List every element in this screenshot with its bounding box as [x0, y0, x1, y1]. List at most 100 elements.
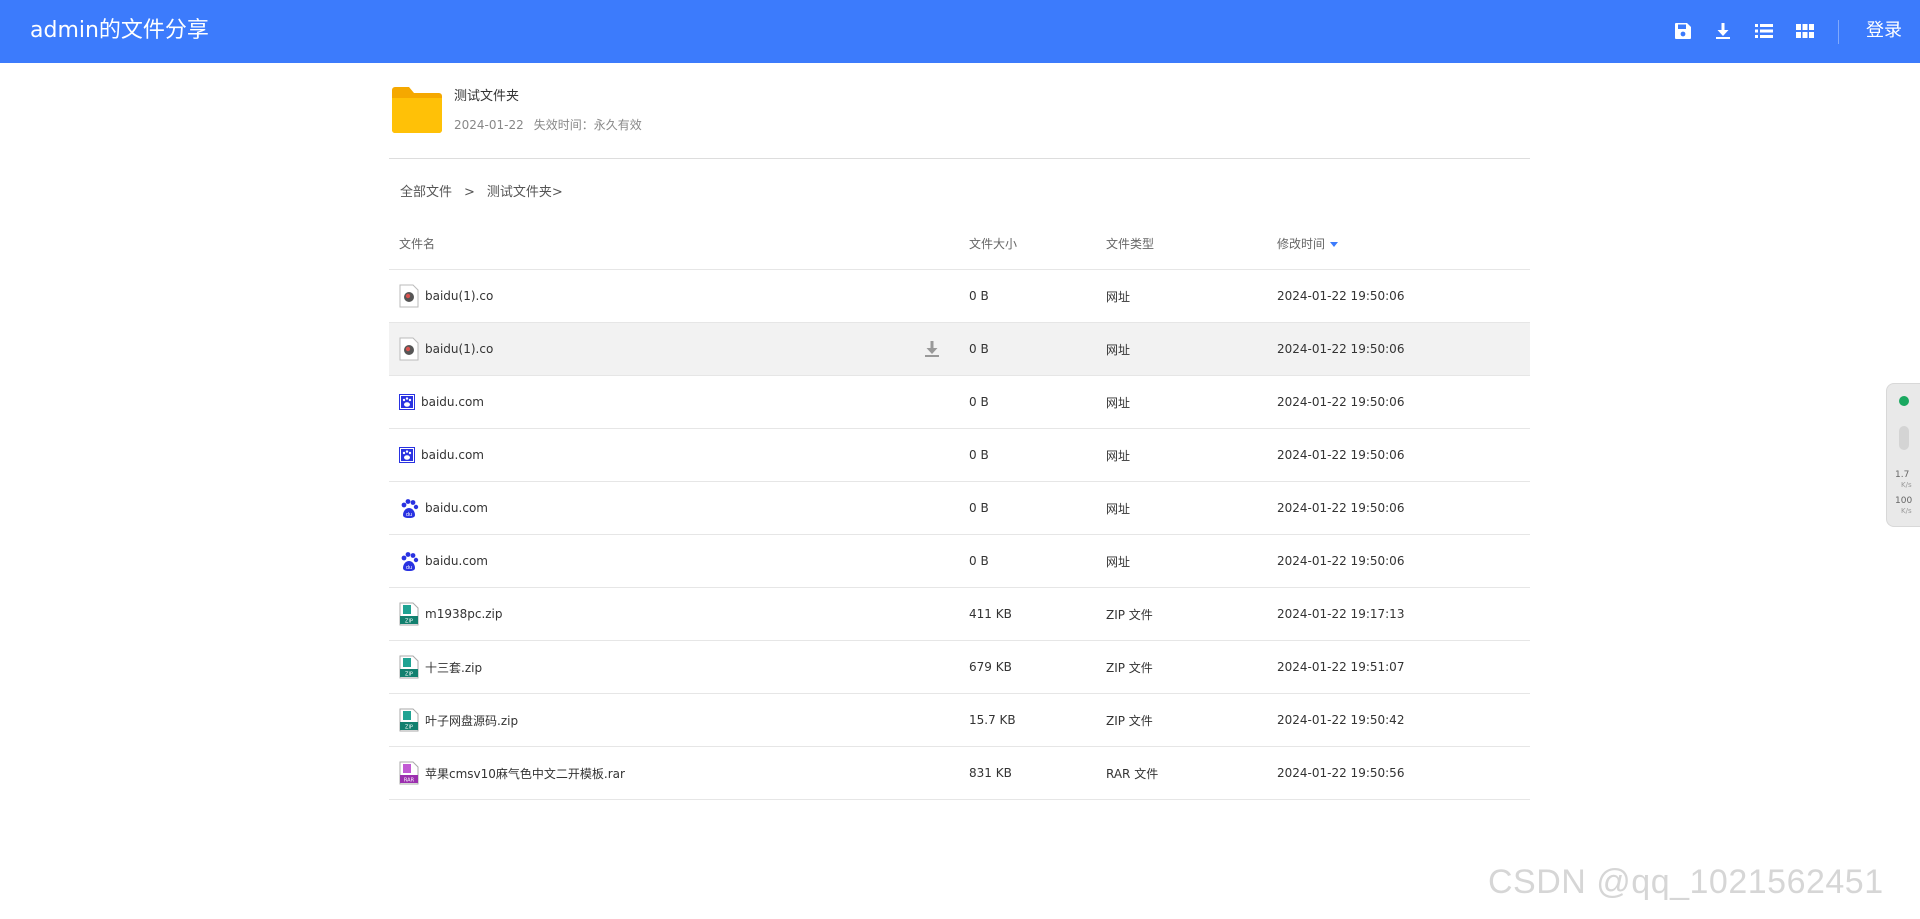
- table-row[interactable]: baidu.com 0 B 网址 2024-01-22 19:50:06: [389, 429, 1530, 482]
- expiry-value: 永久有效: [593, 118, 642, 132]
- file-modified-time: 2024-01-22 19:17:13: [1277, 607, 1405, 621]
- table-row[interactable]: du baidu.com 0 B 网址 2024-01-22 19:50:06: [389, 535, 1530, 588]
- file-size: 0 B: [969, 554, 989, 568]
- share-folder-name: 测试文件夹: [454, 89, 520, 104]
- file-size: 0 B: [969, 342, 989, 356]
- download-icon[interactable]: [1712, 20, 1734, 42]
- svg-text:ZIP: ZIP: [405, 619, 413, 625]
- zip-file-icon: ZIP: [399, 602, 425, 626]
- table-row[interactable]: baidu.com 0 B 网址 2024-01-22 19:50:06: [389, 376, 1530, 429]
- column-name-header[interactable]: 文件名: [399, 218, 435, 269]
- file-name-cell[interactable]: du baidu.com: [399, 482, 488, 534]
- file-modified-time: 2024-01-22 19:50:56: [1277, 766, 1405, 780]
- file-name-cell[interactable]: baidu(1).co: [399, 270, 493, 322]
- share-date: 2024-01-22: [454, 118, 524, 132]
- column-type-header[interactable]: 文件类型: [1106, 218, 1154, 269]
- table-row[interactable]: du baidu.com 0 B 网址 2024-01-22 19:50:06: [389, 482, 1530, 535]
- file-type: RAR 文件: [1106, 766, 1159, 781]
- file-name-cell[interactable]: RAR 苹果cmsv10麻气色中文二开模板.rar: [399, 747, 625, 799]
- save-icon[interactable]: [1672, 20, 1694, 42]
- column-time-header[interactable]: 修改时间: [1277, 218, 1339, 269]
- file-name[interactable]: m1938pc.zip: [425, 607, 503, 621]
- file-size: 0 B: [969, 448, 989, 462]
- baidu-paw-icon: du: [399, 496, 425, 520]
- file-name-cell[interactable]: du baidu.com: [399, 535, 488, 587]
- network-speed-widget[interactable]: 1.7 K/s 100 K/s: [1886, 383, 1920, 527]
- file-size: 15.7 KB: [969, 713, 1016, 727]
- grid-view-icon[interactable]: [1794, 20, 1816, 42]
- file-name[interactable]: baidu(1).co: [425, 289, 493, 303]
- table-row[interactable]: baidu(1).co 0 B 网址 2024-01-22 19:50:06: [389, 323, 1530, 376]
- file-size: 411 KB: [969, 607, 1012, 621]
- watermark: CSDN @qq_1021562451: [1488, 863, 1884, 901]
- file-name[interactable]: 苹果cmsv10麻气色中文二开模板.rar: [425, 765, 625, 782]
- toolbar-divider: [1838, 20, 1839, 44]
- file-modified-time: 2024-01-22 19:50:06: [1277, 501, 1405, 515]
- file-name-cell[interactable]: baidu.com: [399, 376, 484, 428]
- file-name[interactable]: baidu.com: [421, 395, 484, 409]
- file-name-cell[interactable]: ZIP 叶子网盘源码.zip: [399, 694, 518, 746]
- table-row[interactable]: ZIP 叶子网盘源码.zip 15.7 KB ZIP 文件 2024-01-22 19:…: [389, 694, 1530, 747]
- breadcrumb: 全部文件 > 测试文件夹>: [400, 181, 563, 200]
- file-size: 831 KB: [969, 766, 1012, 780]
- file-name[interactable]: baidu.com: [425, 554, 488, 568]
- table-header: 文件名 文件大小 文件类型 修改时间: [389, 218, 1530, 270]
- file-name[interactable]: 十三套.zip: [425, 659, 482, 676]
- file-modified-time: 2024-01-22 19:50:06: [1277, 395, 1405, 409]
- expiry-label: 失效时间：: [533, 118, 594, 132]
- file-type: 网址: [1106, 554, 1131, 569]
- breadcrumb-root[interactable]: 全部文件: [400, 185, 452, 200]
- share-meta: 2024-01-22 失效时间：永久有效: [454, 116, 652, 133]
- file-modified-time: 2024-01-22 19:50:06: [1277, 342, 1405, 356]
- download-unit: K/s: [1901, 507, 1912, 515]
- file-size: 0 B: [969, 395, 989, 409]
- upload-unit: K/s: [1901, 481, 1912, 489]
- list-view-icon[interactable]: [1753, 20, 1775, 42]
- column-size-header[interactable]: 文件大小: [969, 218, 1017, 269]
- row-download-icon[interactable]: [923, 340, 941, 358]
- file-size: 0 B: [969, 501, 989, 515]
- file-name[interactable]: 叶子网盘源码.zip: [425, 712, 518, 729]
- baidu-small-icon: [399, 394, 421, 410]
- web-link-icon: [399, 337, 425, 361]
- file-name[interactable]: baidu.com: [425, 501, 488, 515]
- svg-text:ZIP: ZIP: [405, 725, 413, 731]
- svg-text:RAR: RAR: [404, 778, 415, 784]
- file-type: ZIP 文件: [1106, 660, 1153, 675]
- file-type: 网址: [1106, 395, 1131, 410]
- table-row[interactable]: RAR 苹果cmsv10麻气色中文二开模板.rar 831 KB RAR 文件 2024…: [389, 747, 1530, 800]
- file-modified-time: 2024-01-22 19:50:06: [1277, 554, 1405, 568]
- file-name-cell[interactable]: ZIP 十三套.zip: [399, 641, 482, 693]
- table-row[interactable]: ZIP 十三套.zip 679 KB ZIP 文件 2024-01-22 19:51:0…: [389, 641, 1530, 694]
- file-name[interactable]: baidu.com: [421, 448, 484, 462]
- file-name[interactable]: baidu(1).co: [425, 342, 493, 356]
- breadcrumb-current[interactable]: 测试文件夹>: [487, 185, 563, 200]
- zip-file-icon: ZIP: [399, 655, 425, 679]
- file-size: 679 KB: [969, 660, 1012, 674]
- table-row[interactable]: ZIP m1938pc.zip 411 KB ZIP 文件 2024-01-22 19:…: [389, 588, 1530, 641]
- sort-desc-icon[interactable]: [1330, 242, 1339, 247]
- rar-file-icon: RAR: [399, 761, 425, 785]
- breadcrumb-separator: >: [464, 185, 475, 200]
- file-type: ZIP 文件: [1106, 713, 1153, 728]
- file-modified-time: 2024-01-22 19:50:06: [1277, 289, 1405, 303]
- status-dot-icon: [1899, 396, 1909, 406]
- header-divider: [389, 158, 1530, 159]
- file-type: 网址: [1106, 289, 1131, 304]
- file-type: 网址: [1106, 501, 1131, 516]
- svg-text:du: du: [406, 512, 412, 518]
- zip-file-icon: ZIP: [399, 708, 425, 732]
- file-type: 网址: [1106, 448, 1131, 463]
- file-name-cell[interactable]: baidu(1).co: [399, 323, 493, 375]
- login-button[interactable]: 登录: [1866, 18, 1902, 44]
- file-name-cell[interactable]: ZIP m1938pc.zip: [399, 588, 503, 640]
- svg-text:ZIP: ZIP: [405, 672, 413, 678]
- file-name-cell[interactable]: baidu.com: [399, 429, 484, 481]
- file-type: ZIP 文件: [1106, 607, 1153, 622]
- file-table: 文件名 文件大小 文件类型 修改时间 baidu(1).co 0 B 网址 2024-…: [389, 218, 1530, 800]
- page-title: admin的文件分享: [30, 18, 209, 43]
- table-row[interactable]: baidu(1).co 0 B 网址 2024-01-22 19:50:06: [389, 270, 1530, 323]
- file-type: 网址: [1106, 342, 1131, 357]
- web-link-icon: [399, 284, 425, 308]
- svg-text:du: du: [406, 565, 412, 571]
